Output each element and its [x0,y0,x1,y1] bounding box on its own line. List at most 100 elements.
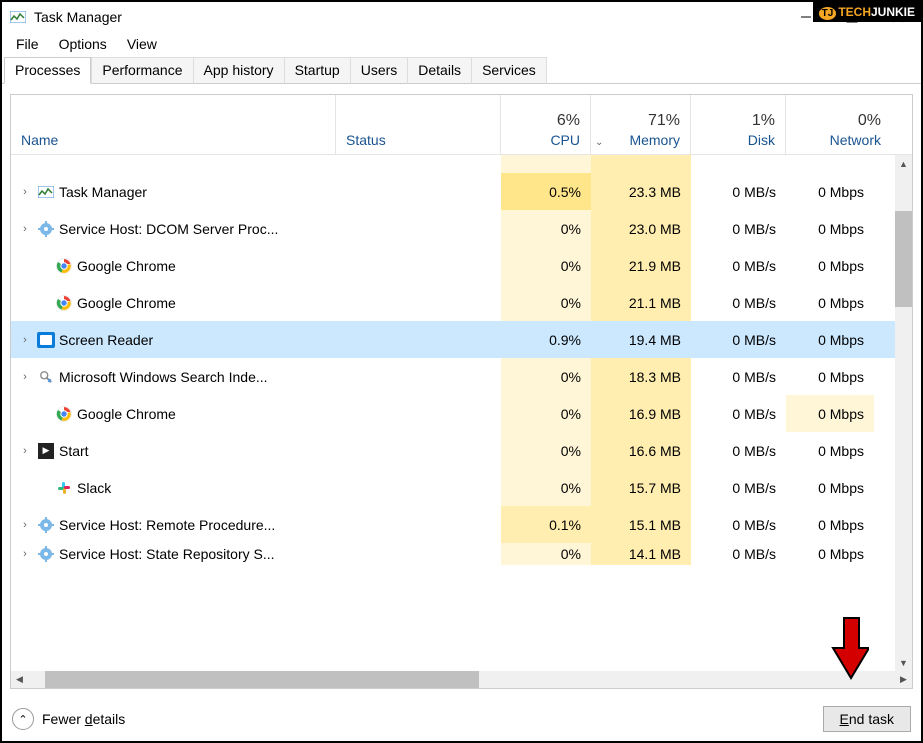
expand-chevron-icon[interactable]: › [17,334,33,346]
scroll-thumb[interactable] [895,211,912,307]
network-cell: 0 Mbps [786,432,874,469]
scroll-up-button[interactable]: ▲ [895,155,912,172]
process-status-cell [336,155,501,173]
process-status-cell [336,432,501,469]
tab-bar: Processes Performance App history Startu… [2,56,921,84]
process-status-cell [336,173,501,210]
cpu-cell: 0% [501,432,591,469]
scroll-down-button[interactable]: ▼ [895,654,912,671]
process-name-label: Microsoft Windows Search Inde... [59,369,268,385]
disk-cell: 0 MB/s [691,210,786,247]
memory-cell: 14.1 MB [591,543,691,565]
expand-chevron-icon[interactable]: › [17,548,33,560]
collapse-chevron-icon: ⌃ [12,708,34,730]
expand-chevron-icon[interactable]: › [17,186,33,198]
tab-performance[interactable]: Performance [91,57,193,84]
horizontal-scrollbar[interactable]: ◀ ▶ [11,671,912,688]
scroll-thumb-h[interactable] [45,671,479,688]
vertical-scrollbar[interactable]: ▲ ▼ [895,155,912,671]
process-row[interactable]: Google Chrome0%16.9 MB0 MB/s0 Mbps [11,395,895,432]
process-name-label: Screen Reader [59,332,153,348]
cpu-cell: 0% [501,210,591,247]
process-name-label: Google Chrome [77,406,176,422]
process-name-cell: Google Chrome [11,247,336,284]
process-name-label: Slack [77,480,111,496]
process-name-label: Service Host: State Repository S... [59,546,275,562]
tab-startup[interactable]: Startup [284,57,351,84]
process-row[interactable]: ›Service Host: State Repository S...0%14… [11,543,895,565]
cpu-cell: 0% [501,395,591,432]
process-row[interactable]: Google Chrome0%21.9 MB0 MB/s0 Mbps [11,247,895,284]
network-cell: 0 Mbps [786,210,874,247]
process-status-cell [336,321,501,358]
process-name-cell: ›Service Host: DCOM Server Proc... [11,210,336,247]
expand-chevron-icon[interactable]: › [17,371,33,383]
disk-cell: 0 MB/s [691,506,786,543]
gear-icon [37,545,55,563]
menu-view[interactable]: View [117,34,167,54]
process-status-cell [336,469,501,506]
task-manager-icon [10,9,26,25]
process-status-cell [336,543,501,565]
column-headers: Name Status 6% CPU ⌄ 71% Memory 1% Disk … [11,95,912,155]
tab-details[interactable]: Details [407,57,472,84]
end-task-button[interactable]: End task [823,706,911,732]
header-network[interactable]: 0% Network [786,95,891,154]
watermark-overlay: TJTECHJUNKIE [813,2,921,22]
disk-cell: 0 MB/s [691,395,786,432]
scroll-right-button[interactable]: ▶ [895,671,912,688]
process-name-cell: ›▶Start [11,432,336,469]
memory-cell: 18.3 MB [591,358,691,395]
process-name-cell: ›Service Host: Remote Procedure... [11,506,336,543]
process-name-cell: ›Task Manager [11,173,336,210]
network-cell: 0 Mbps [786,543,874,565]
network-cell: 0 Mbps [786,155,874,173]
expand-chevron-icon[interactable]: › [17,223,33,235]
memory-cell: 15.1 MB [591,506,691,543]
memory-cell: 15.7 MB [591,469,691,506]
expand-chevron-icon[interactable]: › [17,445,33,457]
header-name[interactable]: Name [11,95,336,154]
process-status-cell [336,210,501,247]
menu-file[interactable]: File [6,34,49,54]
cpu-cell: 0.1% [501,506,591,543]
tab-processes[interactable]: Processes [4,57,91,84]
process-row[interactable]: Slack0%15.7 MB0 MB/s0 Mbps [11,469,895,506]
process-row[interactable]: ›Microsoft Windows Search Inde...0%18.3 … [11,358,895,395]
header-memory[interactable]: ⌄ 71% Memory [591,95,691,154]
header-cpu[interactable]: 6% CPU [501,95,591,154]
start-icon: ▶ [37,442,55,460]
tab-users[interactable]: Users [350,57,409,84]
process-name-cell: Google Chrome [11,155,336,173]
disk-cell: 0 MB/s [691,155,786,173]
menu-options[interactable]: Options [49,34,117,54]
window-title: Task Manager [34,9,122,25]
process-row[interactable]: Google Chrome0%24.2 MB0 MB/s0 Mbps [11,155,895,173]
header-status[interactable]: Status [336,95,501,154]
process-row[interactable]: ›Task Manager0.5%23.3 MB0 MB/s0 Mbps [11,173,895,210]
disk-cell: 0 MB/s [691,469,786,506]
network-cell: 0 Mbps [786,358,874,395]
process-status-cell [336,358,501,395]
process-status-cell [336,506,501,543]
chrome-icon [55,294,73,312]
scroll-left-button[interactable]: ◀ [11,671,28,688]
fewer-details-button[interactable]: ⌃ Fewer details [12,708,125,730]
process-row[interactable]: ›Screen Reader0.9%19.4 MB0 MB/s0 Mbps [11,321,895,358]
process-row[interactable]: Google Chrome0%21.1 MB0 MB/s0 Mbps [11,284,895,321]
tab-app-history[interactable]: App history [193,57,285,84]
cpu-cell: 0% [501,284,591,321]
process-row[interactable]: ›Service Host: Remote Procedure... 0.1%15… [11,506,895,543]
process-row[interactable]: ›Service Host: DCOM Server Proc...0%23.0… [11,210,895,247]
tab-services[interactable]: Services [471,57,547,84]
process-list-wrap: Google Chrome0%24.2 MB0 MB/s0 Mbps›Task … [11,155,912,671]
chrome-icon [55,405,73,423]
memory-cell: 21.9 MB [591,247,691,284]
expand-chevron-icon[interactable]: › [17,519,33,531]
memory-cell: 21.1 MB [591,284,691,321]
header-disk[interactable]: 1% Disk [691,95,786,154]
process-status-cell [336,284,501,321]
process-list[interactable]: Google Chrome0%24.2 MB0 MB/s0 Mbps›Task … [11,155,895,671]
cpu-cell: 0.9% [501,321,591,358]
process-row[interactable]: ›▶Start0%16.6 MB0 MB/s0 Mbps [11,432,895,469]
